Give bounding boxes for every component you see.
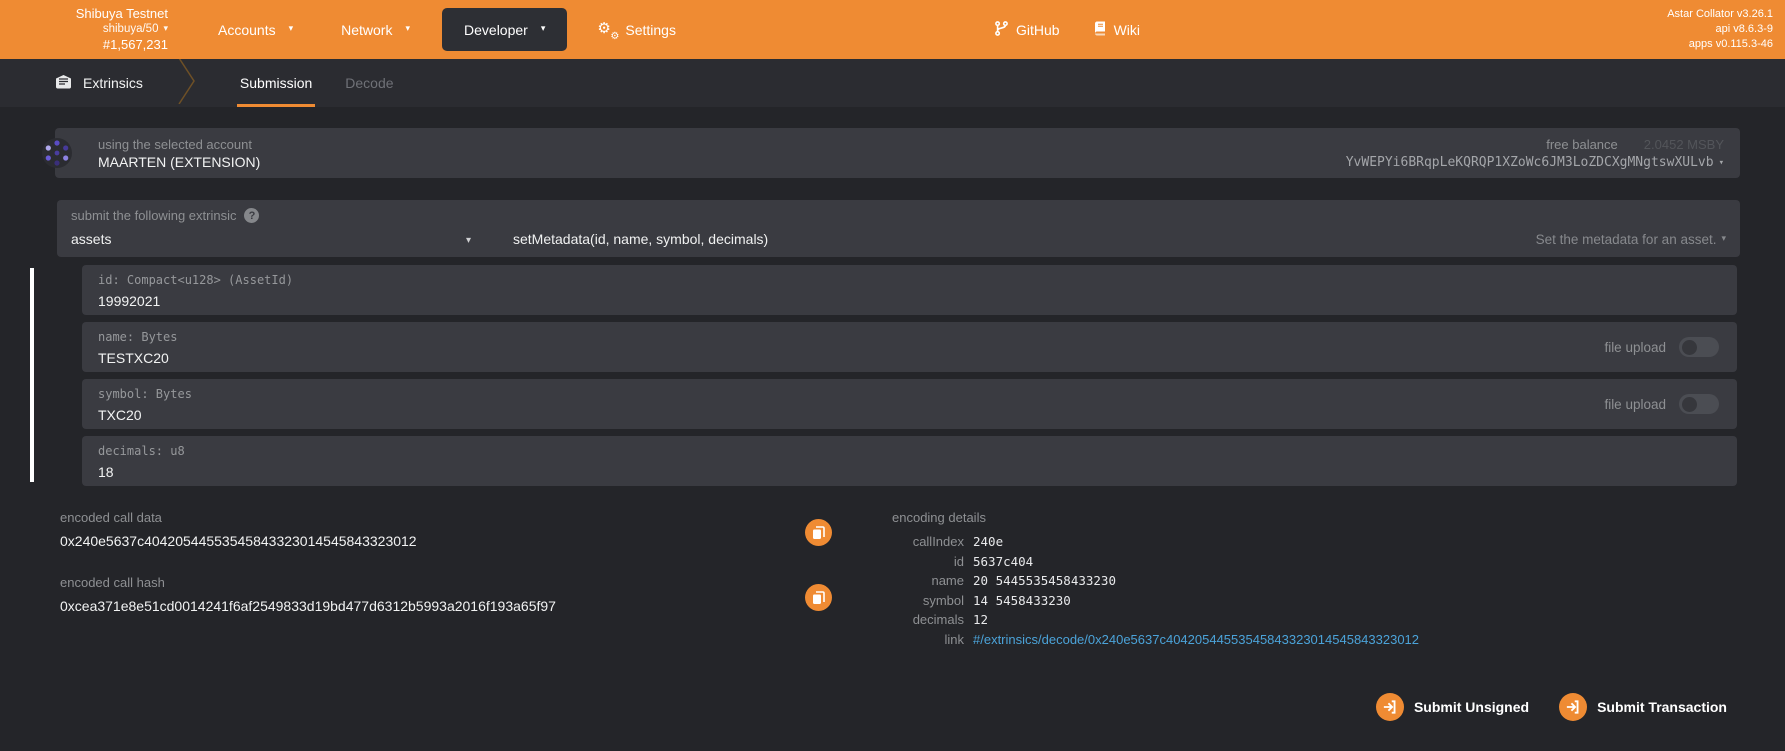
action-buttons: Submit Unsigned Submit Transaction [0,693,1727,721]
submit-transaction-label: Submit Transaction [1597,699,1727,715]
enc-val-name: 20 5445535458433230 [973,571,1116,591]
github-label: GitHub [1016,22,1060,38]
account-address[interactable]: YvWEPYi6BRqpLeKQRQP1XZoWc6JM3LoZDCXgMNgt… [1346,155,1724,170]
enc-key-name: name [892,571,964,591]
param-id-input[interactable]: 19992021 [98,293,1721,309]
apps-version: apps v0.115.3-46 [1667,37,1773,52]
encoding-details: encoding details callIndex 240e id 5637c40… [892,510,1740,649]
encoded-call-hash-value: 0xcea371e8e51cd0014241f6af2549833d19bd47… [60,598,800,614]
section-title: Extrinsics [83,75,143,91]
submit-unsigned-label: Submit Unsigned [1414,699,1529,715]
account-meta: free balance 2.0452 MSBY YvWEPYi6BRqpLeKQ… [1346,137,1724,170]
encoded-call-data-row: encoded call data 0x240e5637c40420544553… [60,510,860,549]
nav-network[interactable]: Network [317,0,434,59]
polkadot-identicon[interactable] [41,137,73,169]
param-symbol: symbol: Bytes TXC20 file upload [82,379,1737,429]
account-select-label: using the selected account [98,137,260,152]
enc-key-decimals: decimals [892,610,964,630]
free-balance-value: 2.0452 MSBY [1644,137,1724,152]
submit-transaction-button[interactable]: Submit Transaction [1559,693,1727,721]
param-decimals-label: decimals: u8 [98,444,1721,458]
file-upload-toggle[interactable] [1679,337,1719,357]
param-id: id: Compact<u128> (AssetId) 19992021 [82,265,1737,315]
github-link[interactable]: GitHub [995,21,1060,39]
enc-val-callindex: 240e [973,532,1003,552]
decode-link[interactable]: #/extrinsics/decode/0x240e5637c404205445… [973,630,1419,650]
node-version: Astar Collator v3.26.1 [1667,6,1773,21]
envelope-icon [55,74,72,92]
encoding-details-label: encoding details [892,510,1740,525]
param-decimals-input[interactable]: 18 [98,464,1721,480]
param-id-label: id: Compact<u128> (AssetId) [98,273,1721,287]
enc-key-symbol: symbol [892,591,964,611]
param-name: name: Bytes TESTXC20 file upload [82,322,1737,372]
cogs-icon: ⚙⚙ [599,22,617,38]
method-description-dropdown[interactable]: Set the metadata for an asset. [1536,232,1726,247]
main-nav: Accounts Network Developer ⚙⚙ Settings [194,0,700,59]
encoded-call-hash-row: encoded call hash 0xcea371e8e51cd0014241… [60,575,860,614]
copy-call-data-button[interactable] [805,519,832,546]
call-params: id: Compact<u128> (AssetId) 19992021 nam… [30,265,1737,486]
tab-bar: Extrinsics Submission Decode [0,59,1785,107]
tab-decode[interactable]: Decode [342,59,396,107]
tab-submission[interactable]: Submission [237,59,315,107]
params-indicator-bar [30,268,34,482]
extrinsics-page: using the selected account MAARTEN (EXTE… [0,107,1785,721]
account-name: MAARTEN (EXTENSION) [98,154,260,170]
enc-key-callindex: callIndex [892,532,964,552]
app-header: Shibuya Testnet shibuya/50 #1,567,231 Ac… [0,0,1785,59]
file-upload-label: file upload [1604,397,1666,412]
pallet-value: assets [71,231,111,247]
nav-settings-label: Settings [625,22,676,38]
nav-developer[interactable]: Developer [442,8,567,51]
best-block-number: #1,567,231 [28,37,168,54]
code-branch-icon [995,21,1008,39]
sign-in-arrow-icon [1559,693,1587,721]
enc-val-id: 5637c404 [973,552,1033,572]
encoded-call-data-label: encoded call data [60,510,800,525]
network-selector[interactable]: Shibuya Testnet shibuya/50 #1,567,231 [28,6,168,54]
wiki-label: Wiki [1114,22,1140,38]
param-symbol-input[interactable]: TXC20 [98,407,1721,423]
method-dropdown[interactable]: setMetadata(id, name, symbol, decimals) [513,231,768,247]
param-decimals: decimals: u8 18 [82,436,1737,486]
submit-unsigned-button[interactable]: Submit Unsigned [1376,693,1529,721]
selected-account: using the selected account MAARTEN (EXTE… [98,137,260,170]
param-name-input[interactable]: TESTXC20 [98,350,1721,366]
enc-key-link: link [892,630,964,650]
free-balance-label: free balance [1546,137,1618,152]
nav-accounts[interactable]: Accounts [194,0,317,59]
breadcrumb: Extrinsics [55,59,143,107]
enc-val-decimals: 12 [973,610,988,630]
extrinsic-select-label: submit the following extrinsic [71,208,236,223]
book-icon [1094,21,1106,39]
help-icon[interactable] [244,208,259,223]
version-info: Astar Collator v3.26.1 api v8.6.3-9 apps… [1667,6,1773,52]
file-upload-toggle[interactable] [1679,394,1719,414]
encoded-call-data-value: 0x240e5637c40420544553545843323014545843… [60,533,800,549]
network-name: Shibuya Testnet [28,6,168,23]
copy-icon [812,526,825,540]
enc-val-symbol: 14 5458433230 [973,591,1071,611]
file-upload-label: file upload [1604,340,1666,355]
enc-key-id: id [892,552,964,572]
param-name-label: name: Bytes [98,330,1721,344]
chevron-down-icon [461,231,471,247]
encoded-output: encoded call data 0x240e5637c40420544553… [60,510,1740,649]
sign-in-arrow-icon [1376,693,1404,721]
copy-call-hash-button[interactable] [805,584,832,611]
external-links: GitHub Wiki [995,0,1140,59]
copy-icon [812,591,825,605]
pallet-dropdown[interactable]: assets [71,231,471,247]
chain-spec: shibuya/50 [28,22,168,37]
tabs: Submission Decode [237,59,424,107]
account-select[interactable]: using the selected account MAARTEN (EXTE… [55,128,1740,178]
extrinsic-select-box: submit the following extrinsic assets se… [57,200,1740,257]
param-symbol-label: symbol: Bytes [98,387,1721,401]
encoded-call-hash-label: encoded call hash [60,575,800,590]
nav-settings[interactable]: ⚙⚙ Settings [575,0,700,59]
wiki-link[interactable]: Wiki [1094,21,1140,39]
api-version: api v8.6.3-9 [1667,22,1773,37]
breadcrumb-divider [177,58,197,109]
